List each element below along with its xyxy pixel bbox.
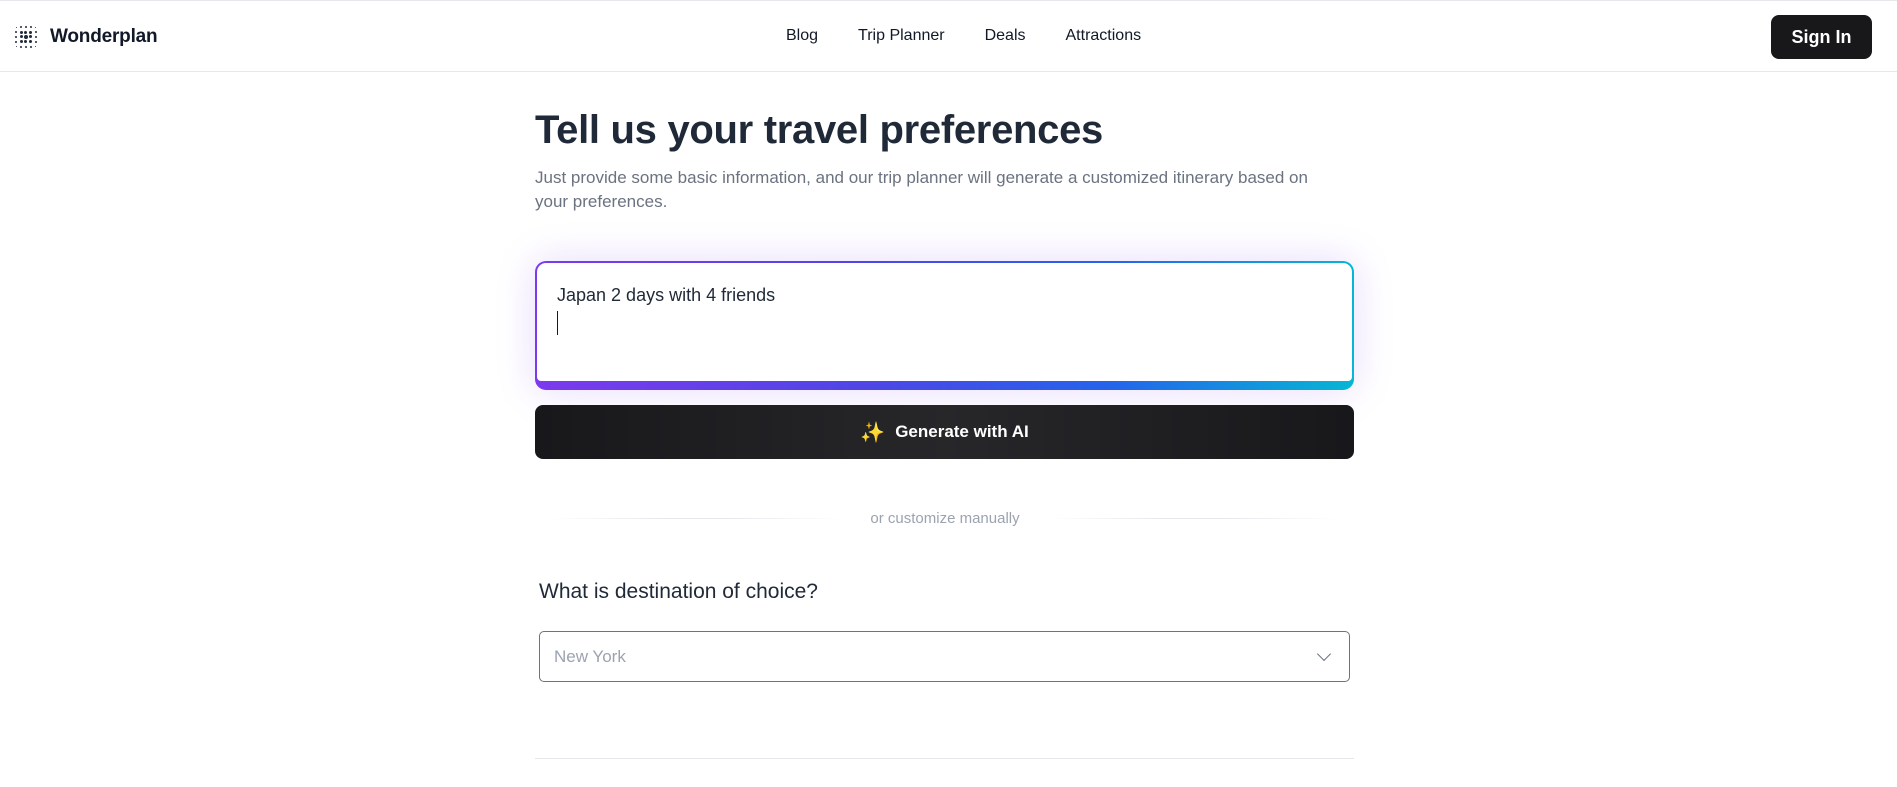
prompt-textarea[interactable]: Japan 2 days with 4 friends	[537, 263, 1352, 381]
logo-dot	[35, 46, 37, 48]
page-title: Tell us your travel preferences	[535, 108, 1103, 152]
logo-dot	[15, 46, 17, 48]
logo-dot	[34, 35, 37, 38]
logo-icon	[14, 25, 38, 49]
nav-blog[interactable]: Blog	[786, 27, 818, 45]
logo-dot	[20, 45, 23, 48]
logo-dot	[19, 35, 23, 39]
text-caret	[557, 311, 558, 335]
sparkles-icon: ✨	[860, 421, 886, 444]
logo-dot	[19, 30, 23, 34]
destination-select[interactable]: New York	[539, 631, 1350, 682]
logo-dot	[24, 45, 27, 48]
brand-name: Wonderplan	[50, 26, 158, 47]
chevron-down-icon	[1316, 646, 1332, 662]
section-divider	[535, 758, 1354, 759]
logo-dot	[34, 40, 37, 43]
logo-dot	[29, 35, 33, 39]
logo-dot	[29, 26, 32, 29]
destination-question: What is destination of choice?	[539, 580, 818, 603]
prompt-input-container: Japan 2 days with 4 friends	[535, 261, 1354, 390]
logo-dot	[19, 40, 23, 44]
nav-trip-planner[interactable]: Trip Planner	[858, 27, 945, 45]
brand[interactable]: Wonderplan	[14, 25, 158, 49]
nav-deals[interactable]: Deals	[985, 27, 1026, 45]
top-navbar: Wonderplan Blog Trip Planner Deals Attra…	[0, 0, 1897, 72]
logo-dot	[24, 30, 28, 34]
logo-dot	[29, 30, 33, 34]
destination-placeholder: New York	[554, 646, 626, 666]
sign-in-button[interactable]: Sign In	[1771, 15, 1872, 59]
logo-dot	[23, 34, 28, 39]
logo-dot	[20, 26, 23, 29]
logo-dot	[15, 40, 18, 43]
generate-label: Generate with AI	[895, 422, 1029, 441]
logo-dot	[29, 45, 32, 48]
divider-line-left	[550, 517, 843, 519]
prompt-text: Japan 2 days with 4 friends	[557, 285, 776, 305]
logo-dot	[29, 40, 33, 44]
or-divider: or customize manually	[550, 508, 1341, 528]
logo-dot	[24, 40, 28, 44]
logo-dot	[15, 31, 18, 34]
logo-dot	[15, 35, 18, 38]
divider-text: or customize manually	[870, 509, 1020, 527]
main-nav: Blog Trip Planner Deals Attractions	[786, 27, 1141, 45]
divider-line-right	[1047, 517, 1341, 519]
nav-attractions[interactable]: Attractions	[1066, 27, 1142, 45]
logo-dot	[24, 26, 27, 29]
generate-with-ai-button[interactable]: ✨ Generate with AI	[535, 405, 1354, 459]
page-subtitle: Just provide some basic information, and…	[535, 168, 1308, 211]
logo-dot	[35, 26, 37, 28]
logo-dot	[34, 31, 37, 34]
logo-dot	[15, 26, 17, 28]
